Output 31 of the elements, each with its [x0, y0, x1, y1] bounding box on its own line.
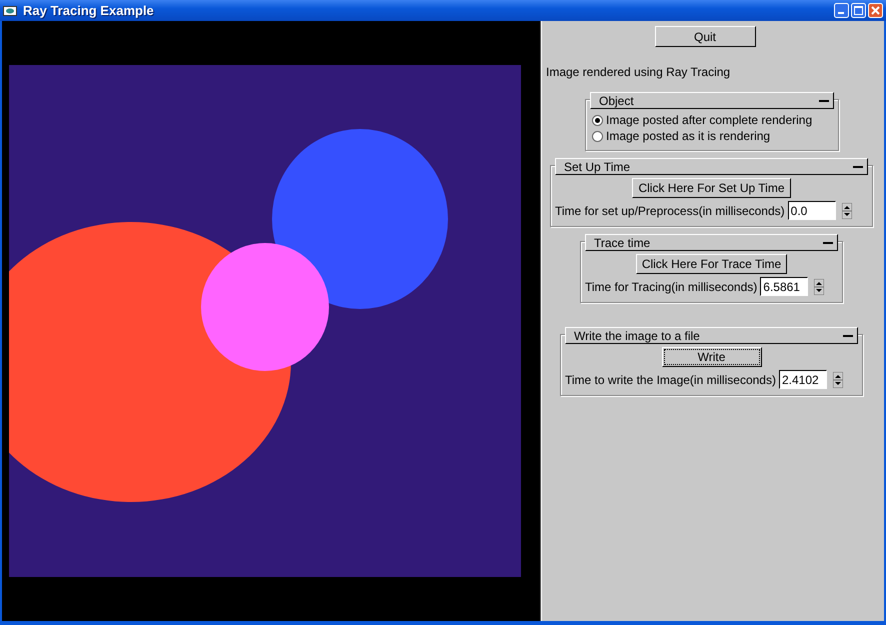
group-title: Object — [599, 94, 635, 108]
time-field[interactable]: 2.4102 — [778, 370, 827, 389]
group-title: Write the image to a file — [574, 328, 701, 342]
minimize-button[interactable] — [834, 3, 849, 18]
radio-button[interactable] — [592, 114, 603, 126]
field-label: Time to write the Image(in milliseconds) — [565, 372, 776, 386]
group-title: Trace time — [594, 236, 652, 250]
field-label: Time for Tracing(in milliseconds) — [585, 280, 758, 294]
action-button[interactable]: Write — [662, 347, 762, 367]
group-header[interactable]: Object — [590, 92, 834, 109]
group-title: Set Up Time — [564, 160, 632, 174]
radio-label: Image posted as it is rendering — [606, 129, 770, 143]
caption-label: Image rendered using Ray Tracing — [546, 65, 732, 79]
radio-label: Image posted after complete rendering — [606, 113, 812, 127]
group-header[interactable]: Write the image to a file — [565, 327, 858, 344]
field-label: Time for set up/Preprocess(in milliseconds) — [555, 204, 785, 218]
window-title: Ray Tracing Example — [23, 3, 155, 18]
spinner-icon[interactable] — [814, 278, 824, 294]
close-button[interactable] — [868, 3, 883, 18]
time-field[interactable]: 0.0 — [788, 201, 836, 220]
radio-button[interactable] — [592, 130, 603, 142]
time-field[interactable]: 6.5861 — [760, 277, 808, 296]
action-button[interactable]: Click Here For Trace Time — [636, 254, 788, 274]
maximize-button[interactable] — [851, 3, 866, 18]
spinner-icon[interactable] — [842, 202, 852, 218]
app-icon — [3, 6, 17, 16]
group-header[interactable]: Trace time — [585, 234, 838, 251]
group-header[interactable]: Set Up Time — [555, 158, 868, 175]
spinner-icon[interactable] — [832, 372, 843, 388]
action-button[interactable]: Click Here For Set Up Time — [632, 178, 791, 198]
quit-button[interactable]: Quit — [654, 26, 756, 47]
